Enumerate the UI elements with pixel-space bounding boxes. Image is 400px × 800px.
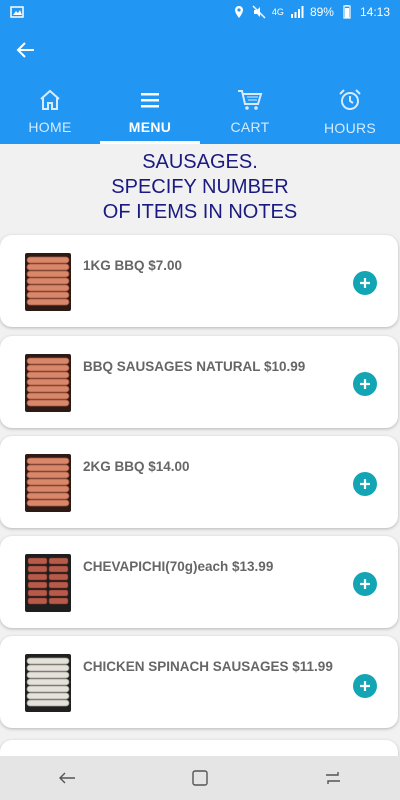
item-name: BBQ SAUSAGES NATURAL $10.99 [83,359,306,374]
square-icon [192,770,208,786]
chevapichi-image [25,554,71,612]
cart-icon [238,90,263,110]
mute-icon [252,5,266,19]
page-title: SAUSAGES. SPECIFY NUMBER OF ITEMS IN NOT… [0,144,400,234]
sausage-image [25,454,71,512]
plus-icon [360,479,370,489]
menu-item-card[interactable]: CHICKEN SPINACH SAUSAGES $11.99 [0,636,398,728]
tab-home-label: HOME [28,119,72,135]
menu-content[interactable]: SAUSAGES. SPECIFY NUMBER OF ITEMS IN NOT… [0,144,400,756]
tab-cart-label: CART [230,119,270,135]
plus-icon [360,278,370,288]
add-item-button[interactable] [353,674,377,698]
menu-item-card[interactable]: CHEVAPICHI(70g)each $13.99 [0,536,398,628]
status-bar: 4G 89% 14:13 [0,0,400,24]
tab-cart[interactable]: CART [200,80,300,144]
tab-hours[interactable]: HOURS [300,80,400,144]
menu-item-card[interactable]: BBQ SAUSAGES NATURAL $10.99 [0,336,398,428]
add-item-button[interactable] [353,271,377,295]
home-icon [40,89,60,110]
tab-hours-label: HOURS [323,120,377,136]
menu-item-card[interactable]: 1KG BBQ $7.00 [0,235,398,327]
system-home-button[interactable] [180,758,220,798]
menu-item-card[interactable] [0,740,398,756]
item-name: 2KG BBQ $14.00 [83,459,190,474]
plus-icon [360,379,370,389]
chicken-sausage-image [25,654,71,712]
system-back-button[interactable] [47,758,87,798]
plus-icon [360,579,370,589]
tab-bar: HOME MENU CART HOURS [0,80,400,144]
recents-icon [326,772,341,784]
item-name: 1KG BBQ $7.00 [83,258,183,273]
back-button[interactable] [10,34,42,66]
add-item-button[interactable] [353,372,377,396]
signal-icon [290,6,304,18]
plus-icon [360,681,370,691]
add-item-button[interactable] [353,472,377,496]
title-line-1: SAUSAGES. [142,151,258,173]
item-name: CHEVAPICHI(70g)each $13.99 [83,559,274,574]
location-icon [234,6,243,18]
system-nav-bar [0,756,400,800]
sausage-image [25,253,71,311]
title-line-3: OF ITEMS IN NOTES [102,201,298,223]
app-bar: HOME MENU CART HOURS [0,24,400,144]
arrow-left-icon [16,42,34,58]
network-type: 4G [271,7,284,17]
tab-home[interactable]: HOME [0,80,100,144]
system-recents-button[interactable] [313,758,353,798]
tab-menu[interactable]: MENU [100,80,200,144]
add-item-button[interactable] [353,572,377,596]
tab-menu-label: MENU [128,119,172,135]
menu-icon [141,93,159,108]
image-notification-icon [10,6,24,18]
battery-percent: 89% [309,5,334,19]
item-name: CHICKEN SPINACH SAUSAGES $11.99 [83,659,333,674]
battery-icon [343,5,351,19]
back-arrow-icon [58,772,75,784]
title-line-2: SPECIFY NUMBER [111,176,289,198]
clock-time: 14:13 [359,5,390,19]
alarm-clock-icon [339,89,361,110]
menu-item-card[interactable]: 2KG BBQ $14.00 [0,436,398,528]
sausage-image [25,354,71,412]
